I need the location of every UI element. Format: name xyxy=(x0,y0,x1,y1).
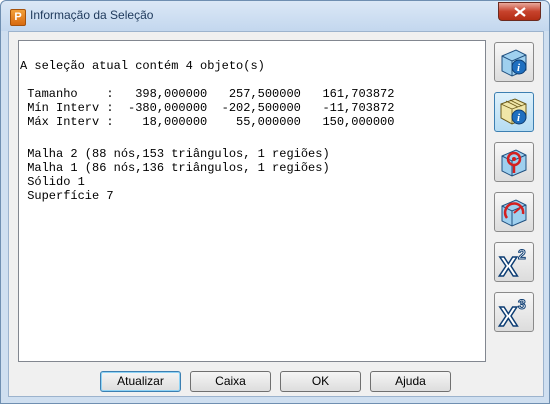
text-line: Malha 2 (88 nós,153 triângulos, 1 regiõe… xyxy=(20,147,330,161)
svg-text:X: X xyxy=(499,251,518,278)
point-info-icon xyxy=(501,149,527,177)
text-line: Malha 1 (86 nós,136 triângulos, 1 regiõe… xyxy=(20,161,330,175)
x-cubed-icon: X 3 xyxy=(498,296,526,328)
dialog-client-area: A seleção atual contém 4 objeto(s) Taman… xyxy=(8,31,544,397)
text-line: A seleção atual contém 4 objeto(s) xyxy=(20,59,265,73)
mesh-info-button[interactable]: i xyxy=(494,92,534,132)
close-icon xyxy=(514,7,526,17)
x-squared-button[interactable]: X 2 xyxy=(494,242,534,282)
selection-info-text[interactable]: A seleção atual contém 4 objeto(s) Taman… xyxy=(18,40,486,362)
text-line: Sólido 1 xyxy=(20,175,85,189)
window-title: Informação da Seleção xyxy=(30,8,154,22)
measure-info-icon xyxy=(501,199,527,227)
mesh-info-icon: i xyxy=(500,98,527,125)
app-icon: P xyxy=(10,9,26,26)
update-button[interactable]: Atualizar xyxy=(100,371,181,392)
box-button[interactable]: Caixa xyxy=(190,371,271,392)
text-line: Tamanho : 398,000000 257,500000 161,7038… xyxy=(20,87,395,101)
cube-info-icon: i xyxy=(501,49,527,77)
text-line: Máx Interv : 18,000000 55,000000 150,000… xyxy=(20,115,395,129)
svg-text:3: 3 xyxy=(518,296,526,312)
point-info-button[interactable] xyxy=(494,142,534,182)
svg-text:2: 2 xyxy=(518,246,526,262)
measure-info-button[interactable] xyxy=(494,192,534,232)
text-line: Superfície 7 xyxy=(20,189,114,203)
x-cubed-button[interactable]: X 3 xyxy=(494,292,534,332)
svg-text:X: X xyxy=(499,301,518,328)
text-line: Mín Interv : -380,000000 -202,500000 -11… xyxy=(20,101,395,115)
title-bar[interactable]: P Informação da Seleção xyxy=(1,1,549,31)
x-squared-icon: X 2 xyxy=(498,246,526,278)
close-button[interactable] xyxy=(498,2,541,21)
help-button[interactable]: Ajuda xyxy=(370,371,451,392)
dialog-window: P Informação da Seleção A seleção atual … xyxy=(0,0,550,404)
object-info-button[interactable]: i xyxy=(494,42,534,82)
ok-button[interactable]: OK xyxy=(280,371,361,392)
